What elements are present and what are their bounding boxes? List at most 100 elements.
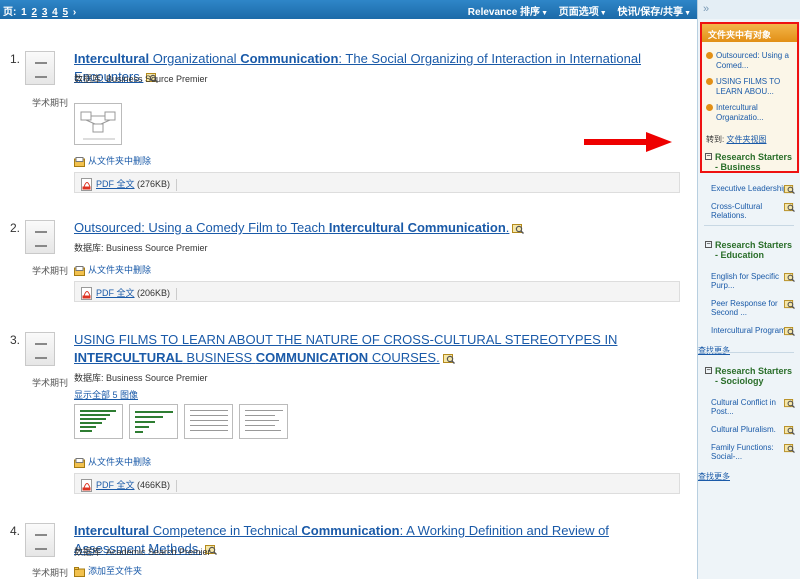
pdf-size: (206KB) <box>137 288 171 298</box>
result-database: 数据库: Business Source Premier <box>74 373 208 383</box>
preview-icon[interactable] <box>784 185 795 194</box>
chevron-down-icon: ▼ <box>684 10 691 17</box>
collapse-box-icon[interactable]: − <box>705 153 712 160</box>
title-text: USING FILMS TO LEARN ABOUT THE NATURE OF… <box>74 332 618 347</box>
chevron-down-icon: ▼ <box>599 10 607 17</box>
page-label: 页: <box>3 7 17 18</box>
remove-from-folder-link[interactable]: 从文件夹中删除 <box>74 455 151 468</box>
preview-icon[interactable] <box>784 203 795 212</box>
figure-thumbnail[interactable] <box>239 404 288 439</box>
folder-view-link[interactable]: 文件夹视图 <box>726 135 766 144</box>
folder-add-icon <box>74 566 85 577</box>
result-thumbnails <box>74 404 294 444</box>
preview-icon[interactable] <box>442 353 455 364</box>
collapse-box-icon[interactable]: − <box>705 367 712 374</box>
pdf-fulltext-link[interactable]: PDF 全文 <box>96 480 135 490</box>
result-type: 学术期刊 <box>32 266 69 276</box>
title-keyword: COMMUNICATION <box>255 350 369 365</box>
folder-goto: 转到: 文件夹视图 <box>706 135 767 144</box>
show-all-images-link[interactable]: 显示全部 5 图像 <box>74 388 138 401</box>
preview-icon[interactable] <box>784 444 795 453</box>
research-starter-link[interactable]: Intercultural Programs. <box>705 326 795 336</box>
journal-icon <box>25 523 55 557</box>
page-1-link[interactable]: 1 <box>21 7 27 18</box>
chevron-down-icon: ▼ <box>541 10 548 17</box>
remove-from-folder-link[interactable]: 从文件夹中删除 <box>74 154 151 167</box>
research-starter-link[interactable]: Peer Response for Second ... <box>705 299 795 317</box>
folder-item[interactable]: Intercultural Organizatio... <box>706 103 793 123</box>
result-title[interactable]: USING FILMS TO LEARN ABOUT THE NATURE OF… <box>74 331 654 367</box>
figure-thumbnail[interactable] <box>74 103 122 145</box>
folder-remove-icon <box>74 457 85 468</box>
result-type: 学术期刊 <box>32 378 69 388</box>
pdf-fulltext-bar: PDF 全文 (466KB) <box>74 473 680 494</box>
title-text: Competence in Technical <box>149 523 302 538</box>
journal-icon <box>25 51 55 85</box>
share-menu[interactable]: 快讯/保存/共享▼ <box>618 7 692 18</box>
preview-icon[interactable] <box>784 399 795 408</box>
result-number: 4. <box>10 524 21 538</box>
pdf-size: (276KB) <box>137 179 171 189</box>
research-starters-education: − Research Starters - Education English f… <box>698 240 797 356</box>
journal-icon <box>25 332 55 366</box>
folder-item[interactable]: Outsourced: Using a Comed... <box>706 51 793 71</box>
preview-icon[interactable] <box>784 300 795 309</box>
folder-panel-title: 文件夹中有对象 <box>702 24 797 42</box>
title-keyword: Intercultural <box>74 51 150 66</box>
result-type: 学术期刊 <box>32 568 69 578</box>
figure-thumbnail[interactable] <box>129 404 178 439</box>
research-starter-link[interactable]: Cultural Conflict in Post... <box>705 398 795 416</box>
collapse-sidebar-button[interactable]: » <box>698 0 800 19</box>
preview-icon[interactable] <box>784 426 795 435</box>
folder-remove-icon <box>74 265 85 276</box>
result-number: 3. <box>10 333 21 347</box>
research-starters-title[interactable]: − Research Starters - Sociology <box>705 366 797 386</box>
toolbar-menus: Relevance 排序▼ 页面选项▼ 快讯/保存/共享▼ <box>460 3 691 18</box>
pagination: 页: 1 2 3 4 5 › <box>3 3 76 18</box>
pdf-fulltext-link[interactable]: PDF 全文 <box>96 288 135 298</box>
result-number: 2. <box>10 221 21 235</box>
page-4-link[interactable]: 4 <box>52 7 58 18</box>
page-options-menu[interactable]: 页面选项▼ <box>559 7 607 18</box>
title-text: . <box>505 220 510 235</box>
result-thumbnails <box>74 103 128 150</box>
collapse-box-icon[interactable]: − <box>705 241 712 248</box>
preview-icon[interactable] <box>784 327 795 336</box>
research-starters-sociology: − Research Starters - Sociology Cultural … <box>698 366 797 482</box>
result-title[interactable]: Outsourced: Using a Comedy Film to Teach… <box>74 219 654 237</box>
result-title-link[interactable]: Outsourced: Using a Comedy Film to Teach… <box>74 220 509 235</box>
folder-item-list: Outsourced: Using a Comed... USING FILMS… <box>702 42 797 132</box>
research-starters-title[interactable]: − Research Starters - Education <box>705 240 797 260</box>
page-5-link[interactable]: 5 <box>63 7 69 18</box>
pdf-fulltext-bar: PDF 全文 (206KB) <box>74 281 680 302</box>
next-page-icon[interactable]: › <box>73 7 76 18</box>
page-2-link[interactable]: 2 <box>31 7 37 18</box>
research-starter-link[interactable]: Cross-Cultural Relations. <box>705 202 795 220</box>
result-title-link[interactable]: USING FILMS TO LEARN ABOUT THE NATURE OF… <box>74 332 617 365</box>
title-keyword: Intercultural <box>74 523 150 538</box>
title-text: Outsourced: Using a Comedy Film to Teach <box>74 220 329 235</box>
preview-icon[interactable] <box>512 223 525 234</box>
result-number: 1. <box>10 52 21 66</box>
find-more-link[interactable]: 查找更多 <box>698 345 797 356</box>
research-starter-link[interactable]: Cultural Pluralism. <box>705 425 795 435</box>
research-starters-title[interactable]: − Research Starters - Business <box>705 152 797 172</box>
find-more-link[interactable]: 查找更多 <box>698 471 797 482</box>
research-starter-link[interactable]: English for Specific Purp... <box>705 272 795 290</box>
research-starter-link[interactable]: Family Functions: Social-... <box>705 443 795 461</box>
sort-menu[interactable]: Relevance 排序▼ <box>468 7 548 18</box>
folder-item[interactable]: USING FILMS TO LEARN ABOU... <box>706 77 793 97</box>
figure-thumbnail[interactable] <box>184 404 233 439</box>
preview-icon[interactable] <box>784 273 795 282</box>
page-3-link[interactable]: 3 <box>42 7 48 18</box>
result-database: 数据库: Business Source Premier <box>74 243 208 253</box>
research-starter-link[interactable]: Executive Leadership. <box>705 184 795 194</box>
results-toolbar: 页: 1 2 3 4 5 › Relevance 排序▼ 页面选项▼ 快讯/保存… <box>0 0 697 19</box>
figure-thumbnail[interactable] <box>74 404 123 439</box>
remove-from-folder-link[interactable]: 从文件夹中删除 <box>74 263 151 276</box>
right-sidebar: » 文件夹中有对象 Outsourced: Using a Comed... U… <box>697 0 800 579</box>
add-to-folder-link[interactable]: 添加至文件夹 <box>74 564 142 577</box>
title-keyword: Intercultural Communication <box>328 220 506 235</box>
pdf-fulltext-link[interactable]: PDF 全文 <box>96 179 135 189</box>
pdf-icon <box>81 178 92 192</box>
